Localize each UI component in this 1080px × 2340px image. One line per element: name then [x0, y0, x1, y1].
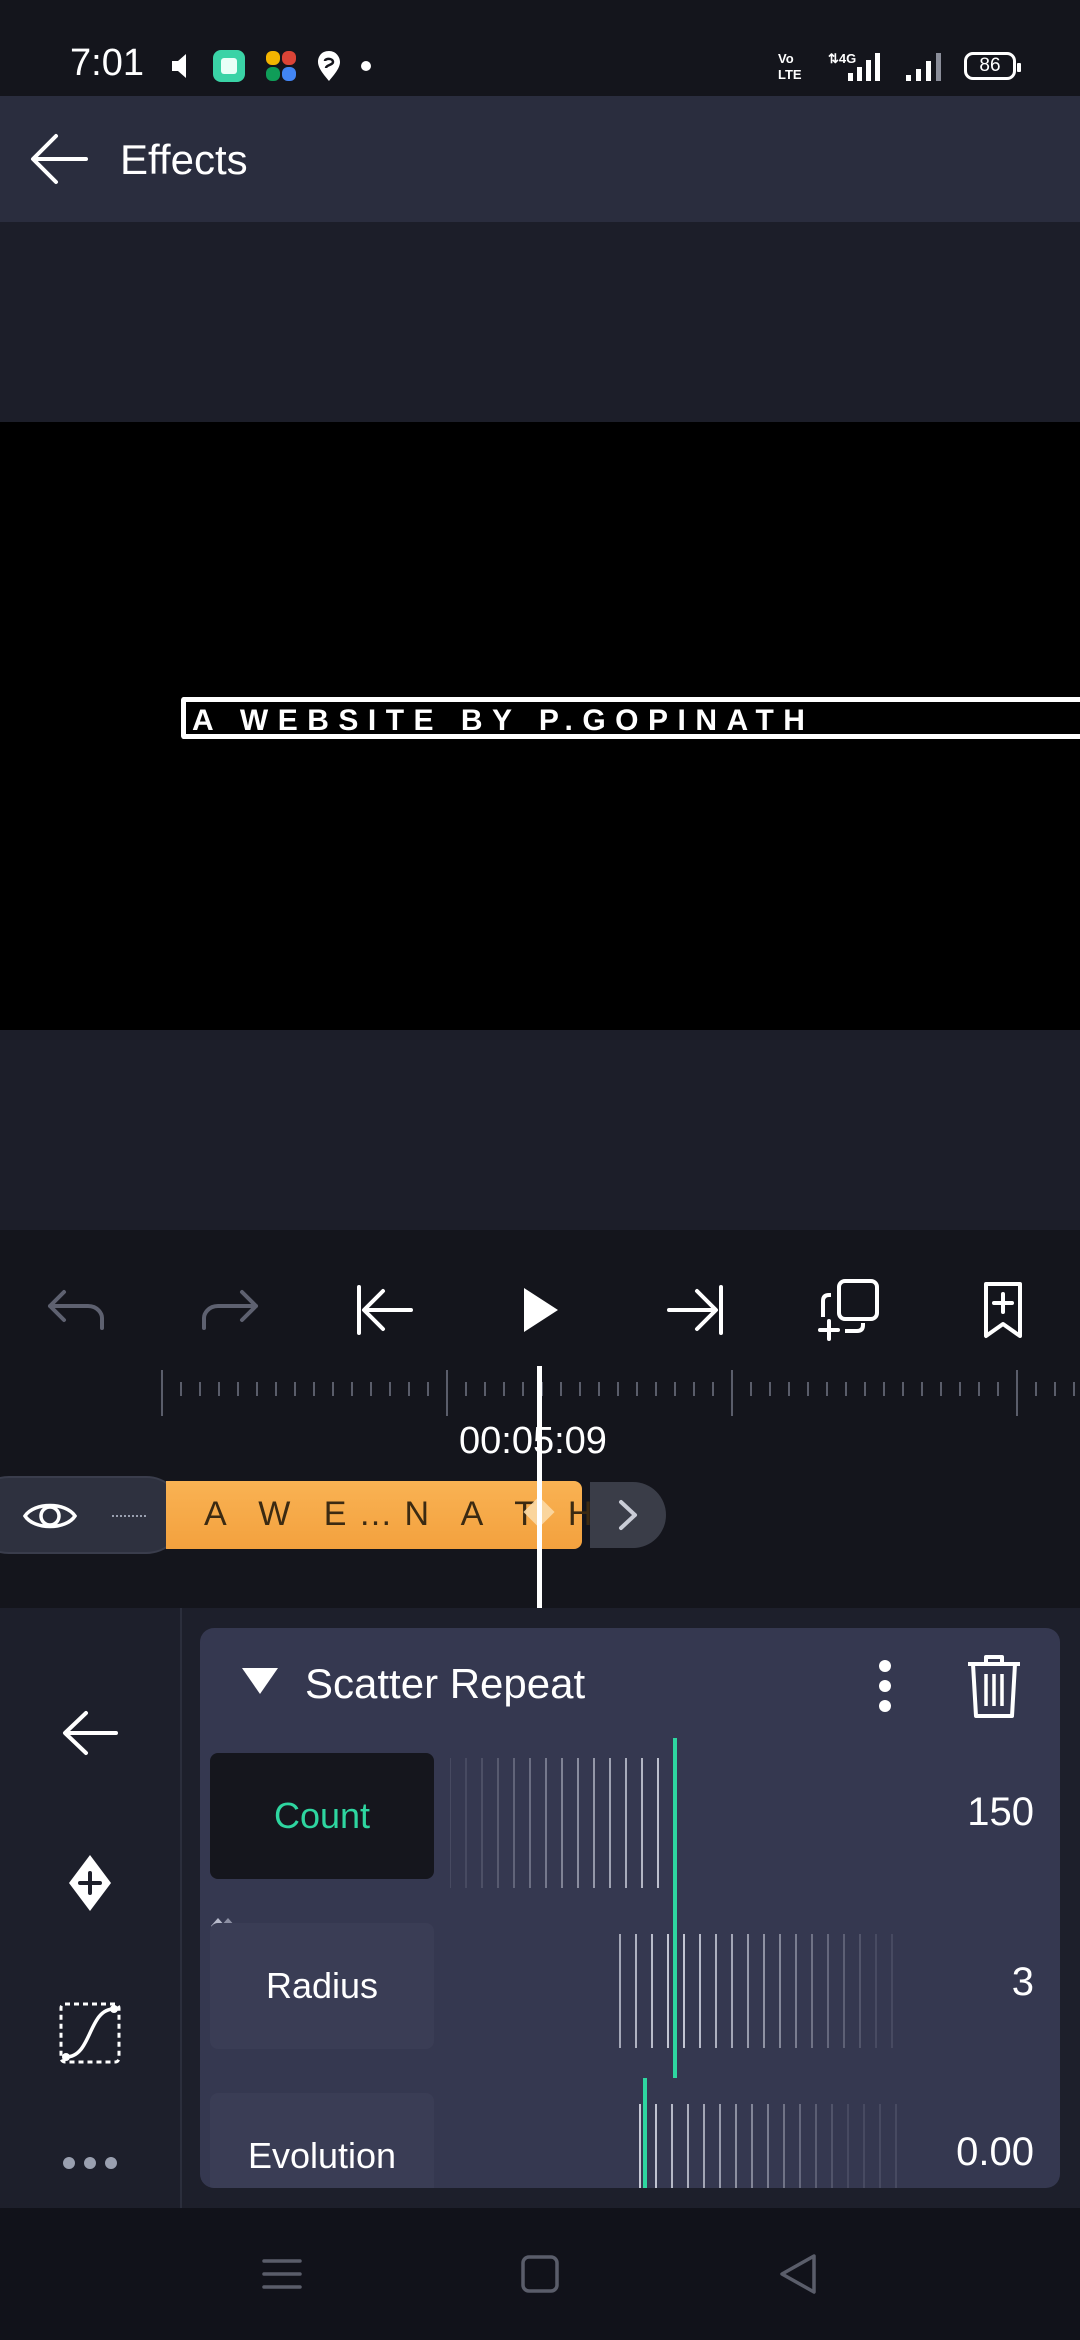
mute-icon [172, 54, 186, 78]
home-square-icon [521, 2255, 559, 2293]
undo-icon [48, 1290, 104, 1330]
undo-button[interactable] [36, 1270, 116, 1350]
notification-icons [170, 46, 372, 86]
skip-to-end-icon [667, 1285, 723, 1335]
system-nav-bar [0, 2208, 1080, 2340]
param-label-evolution[interactable]: Evolution [210, 2093, 434, 2188]
duplicate-icon [818, 1279, 879, 1341]
duplicate-button[interactable] [810, 1270, 890, 1350]
more-notifications-dot-icon [361, 61, 371, 71]
back-triangle-icon [780, 2254, 816, 2294]
play-button[interactable] [500, 1270, 580, 1350]
svg-text:⇅4G: ⇅4G [828, 51, 856, 66]
collapse-triangle-icon[interactable] [242, 1668, 278, 1694]
add-bookmark-button[interactable] [963, 1270, 1043, 1350]
svg-text:LTE: LTE [778, 67, 802, 82]
svg-text:Vo: Vo [778, 51, 794, 66]
param-row-radius[interactable]: Radius 3 [200, 1908, 1060, 2078]
pinwheel-app-icon [266, 51, 296, 81]
effect-card: Scatter Repeat Count 150 Radius 3 Evolut… [200, 1628, 1060, 2188]
layer-visibility-toggle[interactable] [0, 1476, 185, 1554]
signal-icon [906, 53, 941, 81]
redo-button[interactable] [190, 1270, 270, 1350]
nav-back-button[interactable] [768, 2244, 828, 2304]
effect-settings-panel: Scatter Repeat Count 150 Radius 3 Evolut… [0, 1608, 1080, 2208]
param-value-evolution[interactable]: 0.00 [956, 2130, 1034, 2175]
preview-overlay-text: A WEBSITE BY P.GOPINATH [192, 704, 815, 737]
param-value-count[interactable]: 150 [967, 1790, 1034, 1835]
skip-to-end-button[interactable] [655, 1270, 735, 1350]
effect-card-header[interactable]: Scatter Repeat [200, 1628, 1060, 1738]
param-row-evolution[interactable]: Evolution 0.00 [200, 2078, 1060, 2188]
preview-letterbox-top [0, 222, 1080, 422]
battery-icon: 86 [964, 52, 1021, 80]
preview-letterbox-bottom [0, 1030, 1080, 1230]
system-icons: Vo LTE ⇅4G 86 [776, 46, 1021, 86]
value-dial-radius[interactable] [450, 1908, 900, 2078]
more-vertical-icon[interactable] [860, 1656, 910, 1716]
skip-to-start-button[interactable] [345, 1270, 425, 1350]
nav-menu-button[interactable] [252, 2244, 312, 2304]
add-keyframe-button[interactable] [40, 1833, 140, 1933]
status-time: 7:01 [70, 42, 144, 84]
layer-thumbnail [112, 1515, 146, 1517]
app-notification-icon [213, 50, 245, 82]
panel-side-toolbar [0, 1608, 182, 2208]
battery-level: 86 [979, 55, 1001, 76]
effect-name: Scatter Repeat [305, 1660, 586, 1707]
status-bar: 7:01 Vo LTE ⇅4G 86 [0, 0, 1080, 96]
arrow-left-icon [63, 1711, 118, 1755]
trash-icon[interactable] [964, 1652, 1024, 1720]
arrow-left-icon [31, 134, 88, 184]
app-header: Effects [0, 96, 1080, 222]
value-dial-count[interactable] [450, 1738, 900, 1908]
redo-icon [202, 1290, 258, 1330]
panel-back-button[interactable] [40, 1683, 140, 1783]
value-dial-evolution[interactable] [450, 2078, 900, 2188]
clip-next-button[interactable] [590, 1482, 666, 1548]
keyframe-add-icon [69, 1855, 111, 1911]
video-preview[interactable]: A WEBSITE BY P.GOPINATH [0, 422, 1080, 1030]
skip-to-start-icon [357, 1285, 413, 1335]
nav-home-button[interactable] [510, 2244, 570, 2304]
param-label-count[interactable]: Count [210, 1753, 434, 1879]
bookmark-add-icon [984, 1282, 1022, 1338]
easing-curve-icon [59, 2002, 121, 2064]
play-icon [524, 1288, 558, 1332]
param-label-radius[interactable]: Radius [210, 1923, 434, 2049]
volte-icon: VoLTE [778, 51, 802, 82]
param-row-count[interactable]: Count 150 [200, 1738, 1060, 1908]
param-value-radius[interactable]: 3 [1012, 1960, 1034, 2005]
swiggy-icon [318, 51, 340, 81]
signal-4g-icon: ⇅4G [828, 51, 880, 81]
text-layer-selection[interactable]: A WEBSITE BY P.GOPINATH [181, 697, 1080, 739]
back-button[interactable] [26, 126, 92, 192]
chevron-right-icon [619, 1500, 637, 1530]
easing-curve-button[interactable] [40, 1983, 140, 2083]
more-horizontal-icon [63, 2157, 117, 2169]
timecode: 00:05:09 [459, 1420, 607, 1462]
eye-icon [22, 1503, 78, 1529]
timeline-clip[interactable]: A W E…N A T H [166, 1481, 592, 1549]
menu-icon [262, 2259, 302, 2289]
more-options-button[interactable] [40, 2133, 140, 2193]
playhead[interactable] [537, 1366, 542, 1608]
page-title: Effects [120, 136, 248, 183]
